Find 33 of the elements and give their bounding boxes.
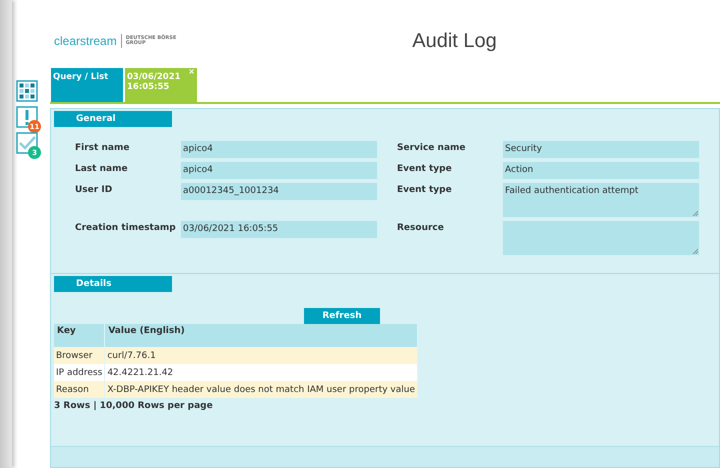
- text-field[interactable]: apico4: [181, 141, 377, 158]
- field-label: Event type: [397, 184, 453, 197]
- text-field[interactable]: Action: [503, 162, 699, 179]
- field-label: Service name: [397, 142, 467, 155]
- table-cell: Browser: [54, 347, 105, 364]
- section-header: Details: [54, 276, 172, 292]
- field-label: Resource: [397, 222, 445, 235]
- table-cell: curl/7.76.1: [104, 347, 418, 364]
- resize-grip-icon[interactable]: [692, 210, 698, 216]
- resize-grip-icon[interactable]: [692, 248, 698, 254]
- field-label: Creation timestamp: [75, 222, 177, 235]
- section-header: General: [54, 111, 172, 127]
- page-title: Audit Log: [412, 30, 497, 53]
- text-field[interactable]: Security: [503, 141, 699, 158]
- table-cell: X-DBP-APIKEY header value does not match IAM user property value: [104, 381, 418, 398]
- table-cell: Reason: [54, 381, 105, 398]
- table-cell: 42.4221.21.42: [104, 364, 418, 381]
- field-label: First name: [75, 142, 130, 155]
- column-header: Key: [54, 324, 105, 347]
- column-header: Value (English): [104, 324, 418, 347]
- table-cell: IP address: [54, 364, 105, 381]
- text-field[interactable]: 03/06/2021 16:05:55: [181, 221, 377, 238]
- text-field[interactable]: apico4: [181, 162, 377, 179]
- field-label: Event type: [397, 163, 453, 176]
- checkmark-icon[interactable]: [16, 132, 38, 154]
- alert-icon[interactable]: [16, 106, 38, 128]
- field-label: Last name: [75, 163, 129, 176]
- logo-wordmark: clearstream: [54, 34, 117, 48]
- field-label: User ID: [75, 184, 114, 197]
- text-field[interactable]: a00012345_1001234: [181, 183, 377, 200]
- row-count-text: 3 Rows | 10,000 Rows per page: [54, 400, 214, 411]
- text-area[interactable]: Failed authentication attempt: [503, 183, 699, 217]
- grid-icon[interactable]: [16, 80, 38, 102]
